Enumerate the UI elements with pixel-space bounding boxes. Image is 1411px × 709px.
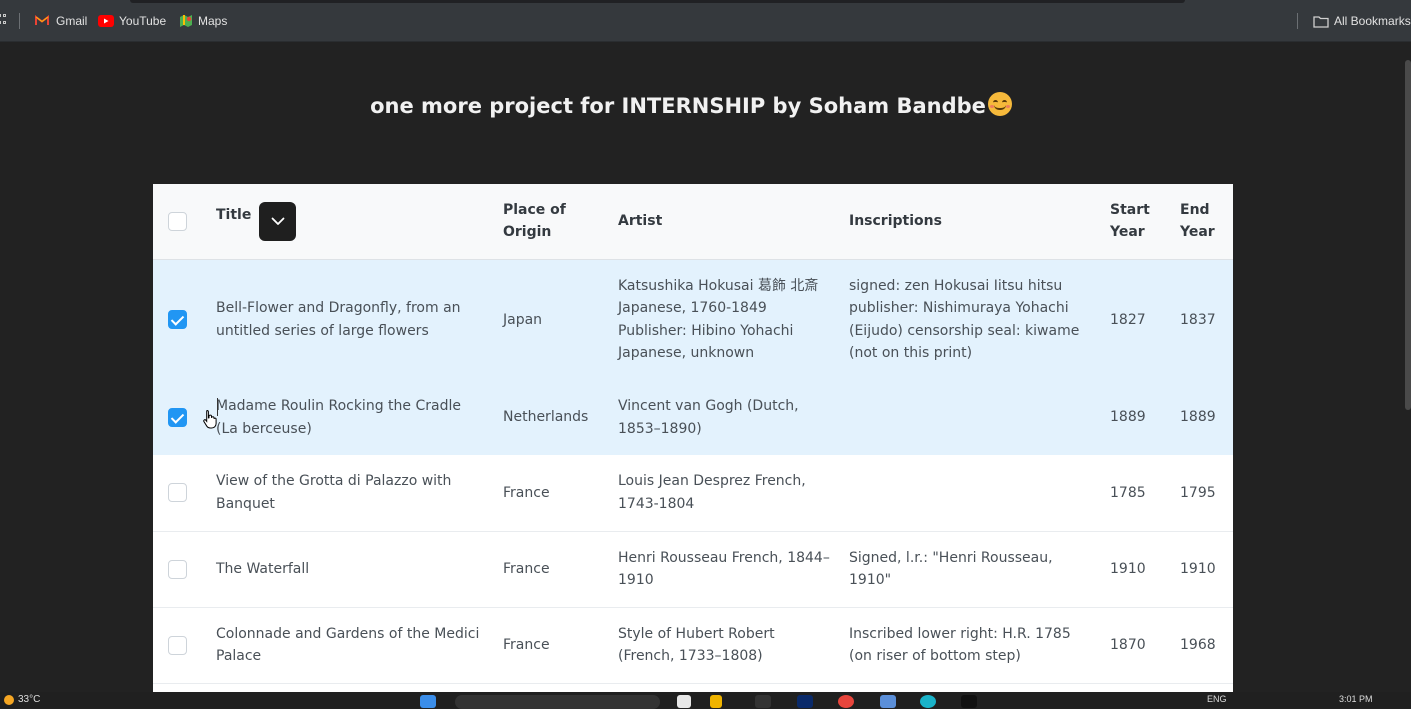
cell-title: Colonnade and Gardens of the Medici Pala… (208, 607, 495, 684)
row-checkbox[interactable] (168, 635, 187, 655)
cell-origin: France (495, 531, 610, 608)
cell-inscriptions: signed: zen Hokusai Iitsu hitsu publishe… (849, 277, 1080, 362)
cell-origin: France (495, 607, 610, 684)
row-select-cell (153, 380, 208, 455)
language-indicator[interactable]: ENG (1207, 694, 1227, 704)
cell-inscriptions (841, 380, 1102, 455)
cell-title: View of the Grotta di Palazzo with Banqu… (208, 455, 495, 532)
cell-title: The Waterfall (208, 531, 495, 608)
bookmark-label: YouTube (119, 14, 167, 28)
bookmark-label: Maps (198, 14, 228, 28)
youtube-icon (98, 15, 114, 27)
bookmark-label: Gmail (56, 14, 88, 28)
maps-icon (179, 14, 193, 28)
select-all-cell (153, 184, 208, 260)
page-title-text: one more project for INTERNSHIP by Soham… (370, 94, 986, 118)
taskbar-search[interactable] (455, 695, 660, 709)
temperature-text: 33°C (18, 694, 41, 705)
taskbar-app-icon[interactable] (961, 695, 977, 708)
bookmark-youtube[interactable]: YouTube (98, 13, 166, 29)
table-row[interactable]: View of the Grotta di Palazzo with Banqu… (153, 455, 1233, 532)
text-caret (217, 398, 218, 416)
cell-artist: Katsushika Hokusai 葛飾 北斎 Japanese, 1760-… (618, 277, 819, 362)
taskbar-app-icon[interactable] (677, 695, 691, 708)
bookmark-gmail[interactable]: Gmail (35, 13, 87, 29)
sun-icon (4, 694, 14, 705)
table-row[interactable]: The Waterfall France Henri Rousseau Fren… (153, 531, 1233, 608)
cell-end-year: 1968 (1172, 607, 1233, 684)
table-row[interactable]: Bell-Flower and Dragonfly, from an untit… (153, 259, 1233, 380)
cell-origin: France (495, 455, 610, 532)
apps-grid-icon[interactable] (0, 14, 6, 26)
artwork-table: Title Place of Origin Artist Inscription… (153, 184, 1233, 694)
table-row[interactable]: Colonnade and Gardens of the Medici Pala… (153, 607, 1233, 684)
taskbar-app-icon[interactable] (710, 695, 722, 708)
bookmark-maps[interactable]: Maps (179, 13, 227, 29)
chrome-icon[interactable] (838, 695, 854, 708)
row-select-cell (153, 259, 208, 380)
column-header-title: Title (208, 184, 495, 260)
cell-start-year: 1870 (1102, 607, 1172, 684)
row-checkbox[interactable] (168, 483, 187, 503)
start-icon[interactable] (420, 695, 436, 708)
cell-start-year: 1785 (1102, 455, 1172, 532)
row-checkbox[interactable] (168, 408, 187, 427)
column-header-artist: Artist (610, 184, 841, 260)
page-title: one more project for INTERNSHIP by Soham… (0, 92, 1382, 118)
table-row[interactable]: Madame Roulin Rocking the Cradle (La ber… (153, 380, 1233, 455)
table-header-row: Title Place of Origin Artist Inscription… (153, 184, 1233, 260)
cell-origin: Japan (503, 311, 543, 328)
bookmark-separator (19, 13, 20, 29)
cell-artist: Henri Rousseau French, 1844–1910 (610, 531, 841, 608)
all-bookmarks-button[interactable]: All Bookmarks (1313, 13, 1411, 29)
all-bookmarks-label: All Bookmarks (1334, 14, 1411, 28)
select-all-checkbox[interactable] (168, 211, 187, 231)
gmail-icon (35, 15, 51, 27)
cell-end-year: 1837 (1180, 311, 1216, 328)
clock[interactable]: 3:01 PM (1339, 694, 1373, 704)
cell-artist: Louis Jean Desprez French, 1743-1804 (610, 455, 841, 532)
cell-start-year: 1827 (1110, 311, 1146, 328)
address-bar-edge (130, 0, 1185, 3)
row-select-cell (153, 607, 208, 684)
bookmark-separator (1297, 13, 1298, 29)
column-header-inscriptions: Inscriptions (841, 184, 1102, 260)
cell-end-year: 1910 (1172, 531, 1233, 608)
cell-title: Bell-Flower and Dragonfly, from an untit… (216, 300, 461, 339)
hand-pointer-cursor-icon (203, 409, 217, 429)
weather-widget[interactable]: 33°C (4, 694, 40, 705)
column-header-origin: Place of Origin (495, 184, 610, 260)
scrollbar-thumb[interactable] (1405, 60, 1411, 410)
column-header-end-year: End Year (1172, 184, 1233, 260)
column-header-start-year: Start Year (1102, 184, 1172, 260)
taskbar-app-icon[interactable] (755, 695, 771, 708)
page-scrollbar[interactable] (1405, 42, 1411, 692)
taskbar: 33°C ENG 3:01 PM (0, 692, 1411, 709)
cell-end-year: 1795 (1172, 455, 1233, 532)
cell-inscriptions (841, 455, 1102, 532)
cell-origin: Netherlands (503, 409, 589, 426)
taskbar-app-icon[interactable] (880, 695, 896, 708)
row-checkbox[interactable] (168, 310, 187, 330)
cell-start-year: 1889 (1110, 409, 1146, 426)
cell-end-year: 1889 (1180, 409, 1216, 426)
chevron-down-icon (271, 217, 285, 225)
cell-artist: Vincent van Gogh (Dutch, 1853–1890) (618, 398, 799, 437)
row-checkbox[interactable] (168, 559, 187, 579)
taskbar-app-icon[interactable] (920, 695, 936, 708)
cell-inscriptions: Signed, l.r.: "Henri Rousseau, 1910" (841, 531, 1102, 608)
bookmarks-bar: Gmail YouTube Maps All Bookmarks (0, 0, 1411, 42)
row-select-cell (153, 531, 208, 608)
taskbar-app-icon[interactable] (797, 695, 813, 708)
cell-start-year: 1910 (1102, 531, 1172, 608)
cell-inscriptions: Inscribed lower right: H.R. 1785 (on ris… (841, 607, 1102, 684)
folder-icon (1313, 15, 1329, 28)
cell-artist: Style of Hubert Robert (French, 1733–180… (610, 607, 841, 684)
column-header-title-label: Title (216, 206, 252, 223)
row-select-cell (153, 455, 208, 532)
smiling-face-emoji-icon (987, 92, 1012, 116)
title-dropdown-button[interactable] (259, 201, 297, 241)
cell-title: Madame Roulin Rocking the Cradle (La ber… (216, 398, 461, 437)
